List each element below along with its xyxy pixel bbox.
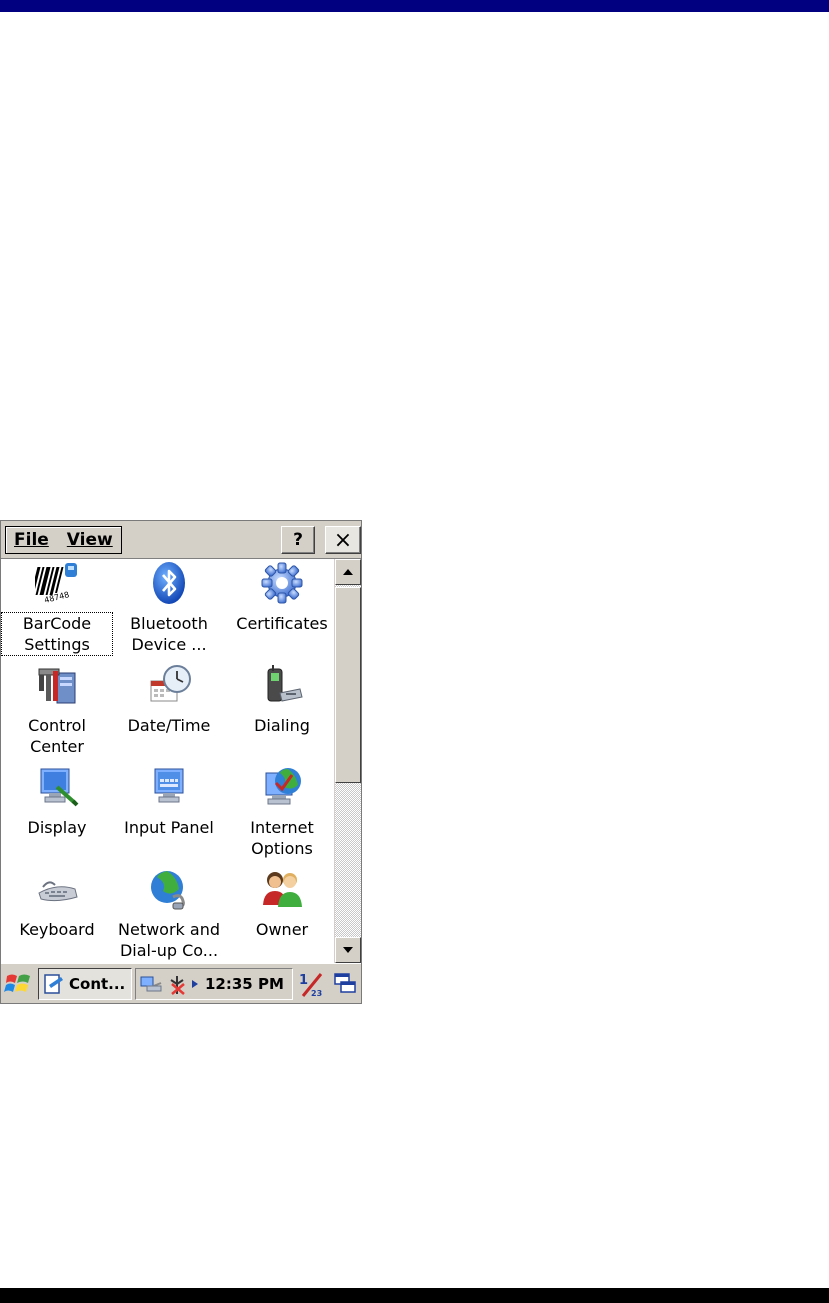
display-monitor-icon bbox=[40, 768, 79, 807]
certificates-gear-icon bbox=[261, 562, 303, 604]
display-item[interactable]: Display bbox=[2, 763, 112, 863]
file-menu-label: File bbox=[14, 530, 49, 550]
barcode-settings-label-1: BarCode bbox=[22, 614, 92, 633]
control-center-label-2: Center bbox=[30, 737, 84, 756]
date-time-item[interactable]: Date/Time bbox=[114, 661, 224, 761]
input-method-icon[interactable]: 1 23 bbox=[297, 970, 325, 998]
control-center-label-1: Control bbox=[28, 716, 86, 735]
display-label: Display bbox=[27, 818, 87, 837]
network-dialup-item[interactable]: Network and Dial-up Co... bbox=[114, 865, 224, 963]
owner-label: Owner bbox=[255, 920, 309, 939]
bottom-band bbox=[0, 1288, 829, 1303]
view-menu-label: View bbox=[66, 530, 113, 550]
barcode-icon: 48748 bbox=[35, 563, 77, 605]
file-menu[interactable]: File bbox=[14, 530, 49, 550]
tray-expand-arrow-icon[interactable] bbox=[191, 979, 199, 989]
scroll-down-button[interactable] bbox=[335, 937, 361, 963]
control-panel-task-button[interactable]: Cont... bbox=[38, 968, 132, 1000]
bluetooth-device-label-2: Device ... bbox=[131, 635, 207, 654]
certificates-label: Certificates bbox=[236, 614, 328, 633]
vertical-scrollbar[interactable] bbox=[334, 559, 361, 963]
clock[interactable]: 12:35 PM bbox=[205, 975, 284, 993]
input-panel-item[interactable]: Input Panel bbox=[114, 763, 224, 863]
dialing-item[interactable]: Dialing bbox=[227, 661, 334, 761]
barcode-settings-label-2: Settings bbox=[24, 635, 90, 654]
network-dialup-label-2: Dial-up Co... bbox=[119, 941, 219, 960]
switch-windows-icon[interactable] bbox=[331, 970, 359, 998]
control-panel-task-icon bbox=[44, 974, 63, 994]
bluetooth-device-label-1: Bluetooth bbox=[130, 614, 208, 633]
system-tray: 12:35 PM bbox=[135, 968, 293, 1000]
menu-group: File View bbox=[5, 526, 122, 554]
svg-text:23: 23 bbox=[311, 989, 322, 998]
triangle-down-icon bbox=[343, 947, 353, 953]
internet-options-globe-icon bbox=[265, 768, 301, 805]
top-band bbox=[0, 0, 829, 12]
owner-people-icon bbox=[263, 872, 302, 907]
network-globe-icon bbox=[151, 871, 185, 910]
dialing-phone-icon bbox=[267, 665, 303, 702]
barcode-settings-item[interactable]: 48748 BarCode Settings bbox=[1, 559, 113, 659]
task-button-label: Cont... bbox=[69, 975, 126, 993]
disconnected-antenna-icon[interactable] bbox=[165, 972, 189, 996]
internet-options-label-2: Options bbox=[251, 839, 313, 858]
scroll-thumb[interactable] bbox=[335, 587, 361, 783]
network-dialup-label-1: Network and bbox=[118, 920, 220, 939]
taskbar: Cont... 12:35 PM 1 23 bbox=[1, 963, 361, 1003]
view-menu[interactable]: View bbox=[67, 530, 113, 550]
help-button[interactable]: ? bbox=[281, 526, 315, 554]
triangle-up-icon bbox=[343, 569, 353, 575]
icon-grid: 48748 BarCode Settings Bluetooth Device ..… bbox=[1, 559, 334, 963]
network-connection-icon[interactable] bbox=[139, 973, 163, 995]
svg-text:1: 1 bbox=[299, 973, 308, 988]
control-center-item[interactable]: Control Center bbox=[2, 661, 112, 761]
dialing-label: Dialing bbox=[254, 716, 310, 735]
menu-bar: File View ? × bbox=[1, 521, 361, 559]
input-panel-label: Input Panel bbox=[124, 818, 214, 837]
keyboard-item[interactable]: Keyboard bbox=[2, 865, 112, 963]
internet-options-item[interactable]: Internet Options bbox=[227, 763, 334, 863]
internet-options-label-1: Internet bbox=[250, 818, 314, 837]
date-time-clock-icon bbox=[150, 665, 191, 702]
control-panel-window: File View ? × 48748 BarCode Settings Blu… bbox=[0, 520, 362, 1004]
certificates-item[interactable]: Certificates bbox=[227, 559, 334, 659]
input-panel-icon bbox=[154, 768, 184, 803]
keyboard-icon bbox=[38, 881, 78, 902]
keyboard-label: Keyboard bbox=[19, 920, 95, 939]
owner-item[interactable]: Owner bbox=[227, 865, 334, 963]
control-center-tools-icon bbox=[38, 668, 76, 704]
bluetooth-device-item[interactable]: Bluetooth Device ... bbox=[114, 559, 224, 659]
close-button[interactable]: × bbox=[325, 526, 361, 554]
start-windows-flag-icon[interactable] bbox=[4, 970, 34, 998]
date-time-label: Date/Time bbox=[127, 716, 211, 735]
scroll-up-button[interactable] bbox=[335, 559, 361, 585]
bluetooth-icon bbox=[153, 562, 185, 604]
